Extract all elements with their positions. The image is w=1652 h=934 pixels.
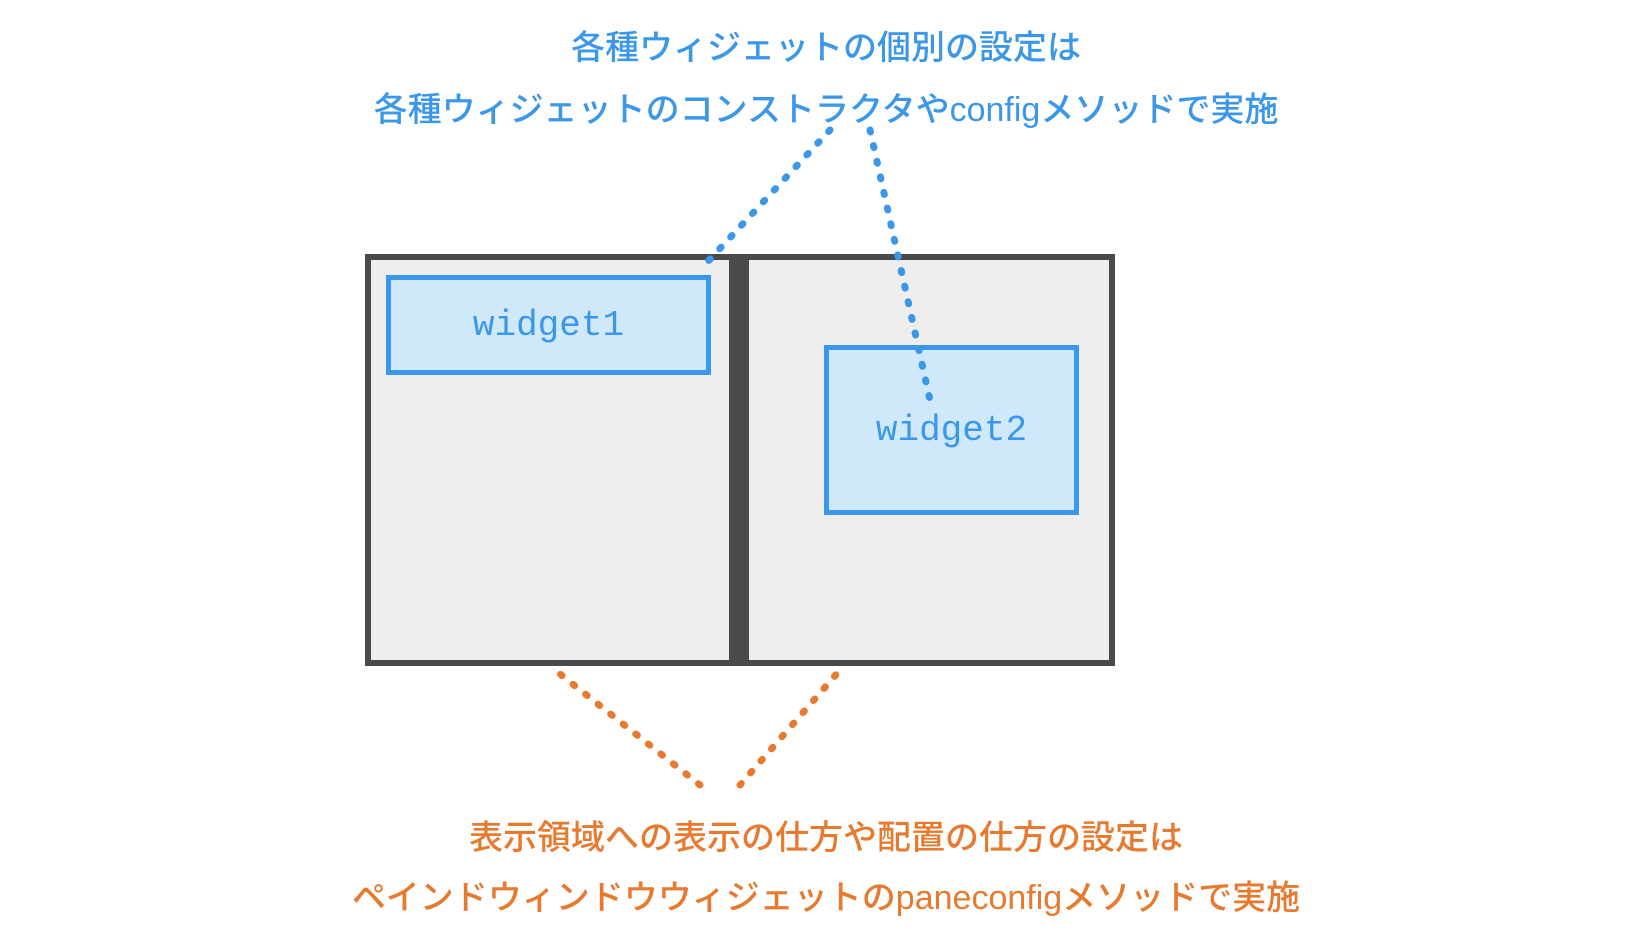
caption-top-line2: 各種ウィジェットのコンストラクタやconfigメソッドで実施 bbox=[0, 80, 1652, 141]
connector-blue-left bbox=[700, 130, 830, 270]
pane-divider bbox=[729, 260, 749, 660]
caption-top-line1: 各種ウィジェットの個別の設定は bbox=[0, 18, 1652, 79]
connector-orange-right bbox=[740, 670, 840, 785]
widget2-label: widget2 bbox=[876, 410, 1027, 451]
widget1-box: widget1 bbox=[386, 275, 711, 375]
pane-right: widget2 bbox=[749, 260, 1109, 660]
caption-bottom-line1: 表示領域への表示の仕方や配置の仕方の設定は bbox=[0, 808, 1652, 869]
caption-bottom-line2: ペインドウィンドウウィジェットのpaneconfigメソッドで実施 bbox=[0, 868, 1652, 929]
widget2-box: widget2 bbox=[824, 345, 1079, 515]
widget1-label: widget1 bbox=[473, 305, 624, 346]
pane-left: widget1 bbox=[371, 260, 729, 660]
panedwindow-frame: widget1 widget2 bbox=[365, 254, 1115, 666]
connector-orange-left bbox=[555, 670, 700, 785]
